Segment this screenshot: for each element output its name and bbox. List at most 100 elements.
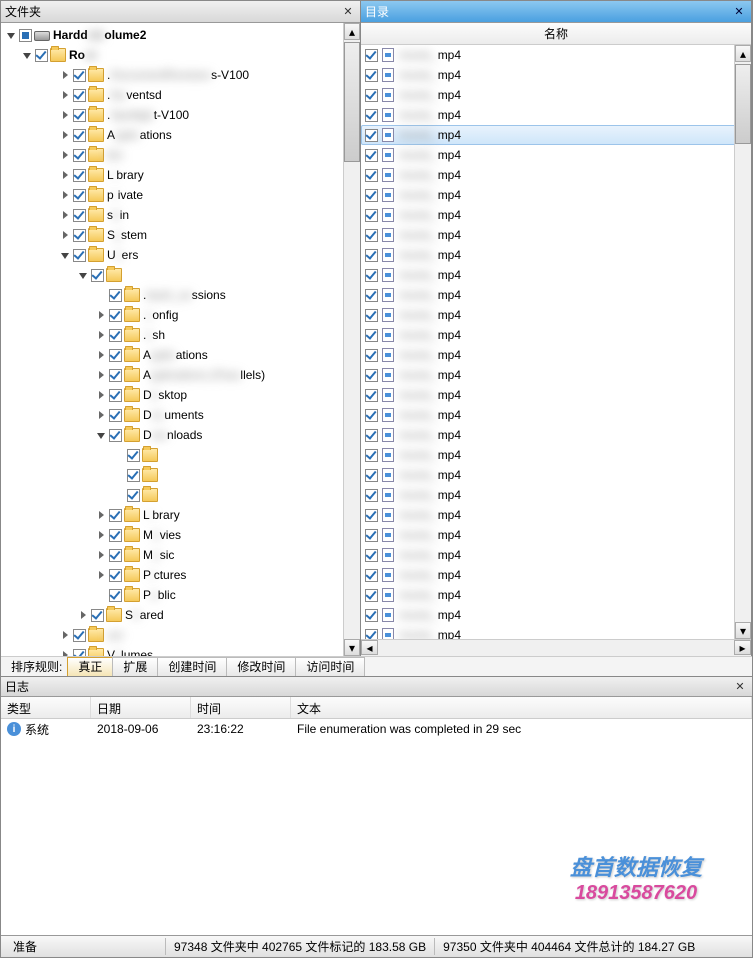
tree-item[interactable]: Music	[1, 545, 360, 565]
checkbox[interactable]	[109, 409, 122, 422]
checkbox[interactable]	[365, 409, 378, 422]
tree-item[interactable]: Volumes	[1, 645, 360, 656]
scroll-down-icon[interactable]: ▾	[344, 639, 360, 656]
expander-icon[interactable]	[59, 209, 71, 221]
expander-icon[interactable]	[59, 109, 71, 121]
checkbox[interactable]	[365, 249, 378, 262]
file-row[interactable]: movie_mp4	[361, 505, 751, 525]
tree-item[interactable]	[1, 265, 360, 285]
checkbox[interactable]	[127, 469, 140, 482]
log-col-text[interactable]: 文本	[291, 697, 752, 718]
checkbox[interactable]	[365, 469, 378, 482]
close-icon[interactable]: ✕	[732, 679, 748, 695]
scroll-up-icon[interactable]: ▴	[735, 45, 751, 62]
scroll-right-icon[interactable]: ▸	[734, 640, 751, 655]
checkbox[interactable]	[365, 49, 378, 62]
tree-item[interactable]: .config	[1, 305, 360, 325]
checkbox[interactable]	[73, 249, 86, 262]
checkbox[interactable]	[109, 509, 122, 522]
file-row[interactable]: movie_mp4	[361, 225, 751, 245]
file-row[interactable]: movie_mp4	[361, 85, 751, 105]
expander-icon[interactable]	[59, 169, 71, 181]
file-row[interactable]: movie_mp4	[361, 245, 751, 265]
file-row[interactable]: movie_mp4	[361, 385, 751, 405]
checkbox[interactable]	[365, 569, 378, 582]
close-icon[interactable]: ✕	[340, 4, 356, 20]
file-row[interactable]: movie_mp4	[361, 585, 751, 605]
file-row[interactable]: movie_mp4	[361, 265, 751, 285]
sort-button[interactable]: 修改时间	[226, 657, 296, 677]
file-row[interactable]: movie_mp4	[361, 485, 751, 505]
expander-icon[interactable]	[59, 149, 71, 161]
expander-icon[interactable]	[95, 569, 107, 581]
expander-icon[interactable]	[95, 549, 107, 561]
file-row[interactable]: movie_mp4	[361, 45, 751, 65]
scroll-down-icon[interactable]: ▾	[735, 622, 751, 639]
expander-icon[interactable]	[95, 529, 107, 541]
checkbox[interactable]	[109, 369, 122, 382]
checkbox[interactable]	[73, 169, 86, 182]
checkbox[interactable]	[127, 489, 140, 502]
checkbox[interactable]	[365, 129, 378, 142]
tree-item[interactable]: Movies	[1, 525, 360, 545]
folder-tree[interactable]: Harddiskolume2 Root .DocumentRevisions-V…	[1, 23, 360, 656]
checkbox[interactable]	[73, 89, 86, 102]
checkbox[interactable]	[109, 389, 122, 402]
tree-item[interactable]: Public	[1, 585, 360, 605]
checkbox[interactable]	[91, 269, 104, 282]
expander-icon[interactable]	[95, 369, 107, 381]
checkbox[interactable]	[109, 329, 122, 342]
tree-item[interactable]: .DocumentRevisions-V100	[1, 65, 360, 85]
checkbox[interactable]	[365, 509, 378, 522]
checkbox[interactable]	[127, 449, 140, 462]
checkbox[interactable]	[365, 289, 378, 302]
file-row[interactable]: movie_mp4	[361, 165, 751, 185]
expander-icon[interactable]	[95, 509, 107, 521]
checkbox[interactable]	[365, 489, 378, 502]
checkbox[interactable]	[73, 209, 86, 222]
file-row[interactable]: movie_mp4	[361, 565, 751, 585]
checkbox[interactable]	[35, 49, 48, 62]
checkbox[interactable]	[365, 529, 378, 542]
tree-item[interactable]: private	[1, 185, 360, 205]
tree-item[interactable]: System	[1, 225, 360, 245]
scroll-left-icon[interactable]: ◂	[361, 640, 378, 655]
tree-item[interactable]: Library	[1, 165, 360, 185]
checkbox[interactable]	[73, 109, 86, 122]
file-row[interactable]: movie_mp4	[361, 405, 751, 425]
file-row[interactable]: movie_mp4	[361, 65, 751, 85]
expander-icon[interactable]	[77, 609, 89, 621]
file-row[interactable]: movie_mp4	[361, 325, 751, 345]
file-row[interactable]: movie_mp4	[361, 545, 751, 565]
checkbox[interactable]	[73, 129, 86, 142]
checkbox[interactable]	[365, 169, 378, 182]
expander-icon[interactable]	[59, 69, 71, 81]
tree-item[interactable]: Downloads	[1, 425, 360, 445]
checkbox[interactable]	[109, 549, 122, 562]
sort-button[interactable]: 访问时间	[295, 657, 365, 677]
tree-item[interactable]: .fseventsd	[1, 85, 360, 105]
checkbox[interactable]	[365, 149, 378, 162]
expander-icon[interactable]	[95, 409, 107, 421]
checkbox[interactable]	[73, 649, 86, 657]
file-row[interactable]: movie_mp4	[361, 605, 751, 625]
checkbox[interactable]	[365, 429, 378, 442]
file-row[interactable]: movie_mp4	[361, 365, 751, 385]
expander-icon[interactable]	[5, 29, 17, 41]
checkbox[interactable]	[365, 389, 378, 402]
tree-item[interactable]: usr	[1, 625, 360, 645]
tree-root[interactable]: Harddiskolume2	[1, 25, 360, 45]
tree-item[interactable]: Desktop	[1, 385, 360, 405]
tree-item[interactable]: Applications	[1, 125, 360, 145]
expander-icon[interactable]	[59, 189, 71, 201]
close-icon[interactable]: ✕	[731, 4, 747, 20]
tree-item[interactable]	[1, 465, 360, 485]
file-row[interactable]: movie_mp4	[361, 305, 751, 325]
checkbox[interactable]	[109, 309, 122, 322]
tree-item[interactable]: .Spotlight-V100	[1, 105, 360, 125]
checkbox[interactable]	[365, 369, 378, 382]
tree-item[interactable]: sbin	[1, 205, 360, 225]
checkbox[interactable]	[109, 529, 122, 542]
checkbox[interactable]	[365, 89, 378, 102]
checkbox[interactable]	[365, 549, 378, 562]
